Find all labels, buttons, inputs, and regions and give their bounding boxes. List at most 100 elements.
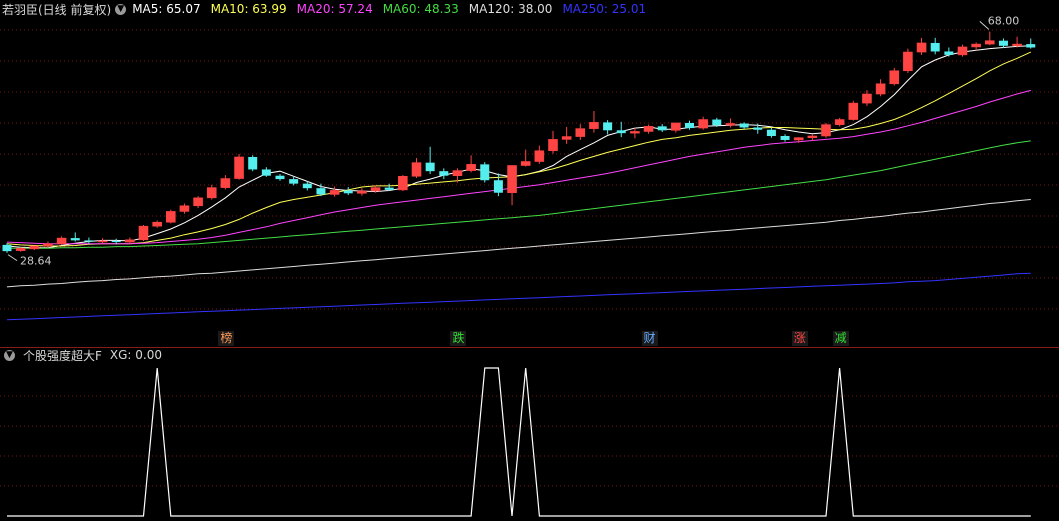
candle-down (1026, 44, 1036, 48)
candle-up (466, 164, 476, 171)
ma-legend-item: MA120: 38.00 (468, 2, 553, 16)
event-tag[interactable]: 跌 (450, 331, 467, 346)
candle-down (261, 169, 271, 176)
candle-down (275, 175, 285, 180)
candle-up (671, 122, 681, 131)
candle-down (493, 180, 503, 193)
candle-up (534, 150, 545, 162)
candle-up (507, 165, 517, 194)
candle-up (698, 119, 708, 129)
candle-down (685, 122, 694, 129)
candlestick-chart[interactable]: 68.00 28.64 (0, 0, 1059, 521)
candle-up (984, 40, 995, 45)
ma20-line (6, 89, 1031, 245)
candle-down (603, 122, 613, 131)
ma-legend-item: MA20: 57.24 (296, 2, 373, 16)
event-tag[interactable]: 榜 (218, 331, 235, 346)
candle-down (111, 240, 121, 243)
candle-up (43, 243, 53, 247)
candle-down (289, 179, 299, 184)
ma-legend-item: MA250: 25.01 (562, 2, 647, 16)
candle-up (329, 190, 340, 195)
candle-up (138, 225, 149, 241)
candle-down (384, 187, 394, 190)
candle-up (575, 128, 586, 137)
candle-up (220, 178, 231, 188)
candle-up (234, 156, 244, 179)
event-tag[interactable]: 减 (832, 331, 849, 346)
candle-up (862, 93, 872, 104)
candle-up (15, 248, 26, 251)
candle-down (780, 135, 790, 140)
candle-down (998, 40, 1008, 46)
stock-chart-window: 68.00 28.64 若羽臣(日线 前复权) ▼ MA5: 65.07 MA10:… (0, 0, 1059, 521)
candle-down (84, 240, 94, 242)
ma-legend-item: MA60: 48.33 (382, 2, 459, 16)
candle-up (957, 46, 968, 56)
candle-up (125, 239, 135, 243)
low-price-label: 28.64 (20, 255, 52, 268)
ma-legend-item: MA5: 65.07 (132, 2, 201, 16)
candle-up (411, 162, 422, 177)
candle-up (589, 122, 599, 129)
candle-up (97, 240, 108, 243)
ma250-line (6, 272, 1031, 321)
candle-down (343, 190, 353, 194)
candle-up (821, 124, 831, 137)
indicator-value: XG: 0.00 (109, 348, 163, 362)
ma-legend-item: MA10: 63.99 (210, 2, 287, 16)
candle-down (766, 129, 776, 136)
candle-up (398, 175, 408, 191)
candle-down (2, 244, 12, 252)
candle-down (70, 238, 80, 241)
event-tag[interactable]: 涨 (791, 331, 808, 346)
candle-up (166, 211, 176, 223)
candle-down (657, 126, 667, 131)
candle-up (916, 42, 927, 53)
candle-down (739, 123, 749, 128)
indicator-legend: ▼ 个股强度超大F XG: 0.00 (0, 346, 162, 364)
candle-down (753, 127, 763, 130)
candle-down (316, 188, 326, 195)
low-marker-arrow (7, 254, 18, 262)
candle-up (971, 43, 981, 48)
candle-down (425, 162, 435, 172)
candle-down (930, 42, 940, 52)
candle-down (480, 164, 490, 181)
candle-up (643, 126, 654, 132)
candle-up (807, 135, 818, 138)
chevron-down-icon[interactable]: ▼ (115, 3, 127, 15)
candle-up (848, 102, 859, 120)
candle-up (875, 83, 886, 95)
candle-up (1012, 43, 1022, 47)
ma-legend-items: MA5: 65.07 MA10: 63.99 MA20: 57.24 MA60: 48… (132, 2, 656, 16)
candle-up (29, 245, 40, 250)
candle-up (452, 170, 463, 177)
candle-up (357, 190, 367, 194)
candle-up (725, 123, 736, 126)
candle-up (193, 197, 203, 207)
main-legend: 若羽臣(日线 前复权) ▼ MA5: 65.07 MA10: 63.99 MA20:… (0, 0, 656, 18)
candle-down (439, 171, 449, 176)
candle-up (793, 137, 804, 141)
candle-up (152, 221, 162, 227)
candle-up (370, 187, 381, 192)
event-tag[interactable]: 财 (641, 331, 658, 346)
candle-down (712, 119, 722, 126)
candle-up (903, 51, 913, 72)
xg-indicator-line (7, 367, 1031, 517)
candle-up (834, 119, 845, 125)
candle-down (248, 156, 258, 170)
candle-up (630, 131, 640, 134)
candle-up (889, 70, 900, 85)
candle-up (179, 205, 190, 212)
chevron-down-icon[interactable]: ▼ (4, 349, 15, 361)
candle-up (206, 187, 217, 199)
candle-down (616, 130, 626, 134)
high-price-label: 68.00 (988, 14, 1020, 27)
indicator-title: 个股强度超大F (23, 348, 102, 363)
stock-title: 若羽臣(日线 前复权) (2, 2, 112, 17)
candle-up (520, 161, 531, 166)
candle-up (56, 237, 67, 245)
ma120-line (6, 199, 1031, 288)
